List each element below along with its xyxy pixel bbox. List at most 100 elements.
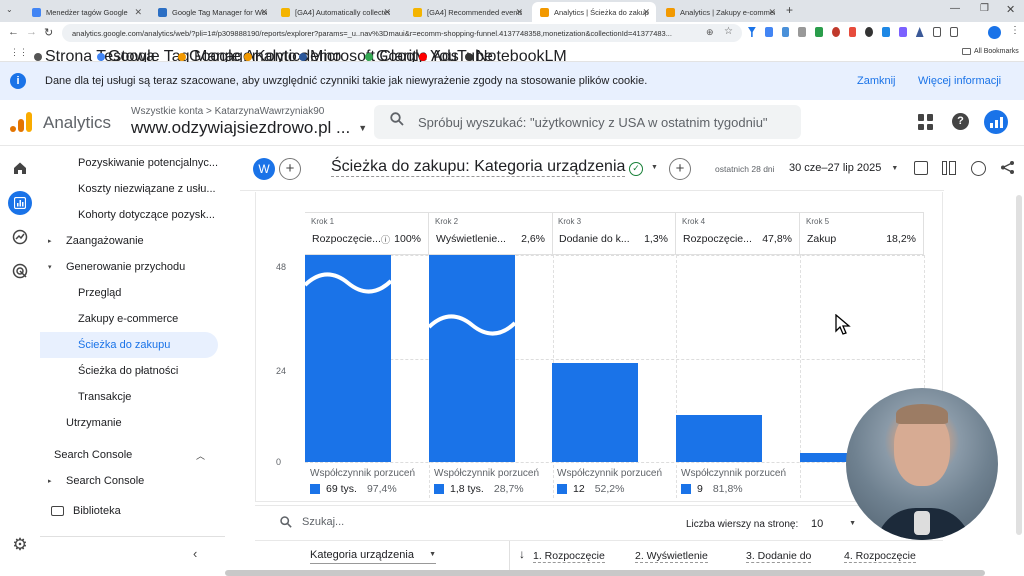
search-input[interactable]: Spróbuj wyszukać: "użytkownicy z USA w o…	[374, 105, 801, 139]
extension-icon[interactable]	[848, 27, 857, 37]
apps-grid-icon[interactable]	[918, 114, 934, 130]
tab-close-icon[interactable]: ✕	[260, 7, 268, 18]
explore-icon[interactable]	[10, 227, 30, 247]
browser-tab[interactable]: Analytics | Ścieżka do zakupu: K✕	[532, 2, 656, 22]
nav-item[interactable]: ▸ Zaangażowanie	[40, 228, 218, 254]
nav-item[interactable]: Zakupy e-commerce	[40, 306, 218, 332]
tab-close-icon[interactable]: ✕	[383, 7, 391, 18]
add-step-button[interactable]: +	[669, 158, 691, 180]
customize-report-icon[interactable]	[914, 161, 928, 175]
search-console-section[interactable]: Search Console ︿	[40, 442, 218, 468]
reports-icon[interactable]	[8, 191, 32, 215]
browser-tab[interactable]: Google Tag Manager for Word ✕	[150, 2, 274, 22]
help-icon[interactable]: ?	[952, 113, 969, 130]
dimension-select[interactable]: Kategoria urządzenia ▼	[310, 549, 436, 564]
apps-grid-icon[interactable]: ⋮⋮	[10, 47, 28, 58]
banner-more-info-link[interactable]: Więcej informacji	[918, 75, 1001, 87]
reload-icon[interactable]: ↻	[44, 26, 53, 39]
dropoff-row[interactable]: 9 81,8%	[681, 483, 743, 495]
window-restore-icon[interactable]: ❐	[980, 3, 989, 14]
table-column-header[interactable]: 4. Rozpoczęcie	[844, 550, 916, 563]
comparison-avatar[interactable]: W	[253, 158, 275, 180]
extension-icon[interactable]	[882, 27, 891, 37]
new-tab-button[interactable]: +	[786, 3, 793, 17]
horizontal-scrollbar[interactable]	[225, 570, 985, 576]
home-icon[interactable]	[10, 158, 30, 178]
browser-tab[interactable]: Analytics | Zakupy e-commerce ✕	[658, 2, 782, 22]
table-column-header[interactable]: 1. Rozpoczęcie	[533, 550, 605, 563]
extension-icon[interactable]	[798, 27, 807, 37]
nav-item[interactable]: ▾ Generowanie przychodu	[40, 254, 218, 280]
table-column-header[interactable]: 2. Wyświetlenie	[635, 550, 708, 563]
funnel-bar[interactable]	[429, 255, 515, 462]
funnel-step-header[interactable]: Krok 2 Wyświetlenie... 2,6%	[429, 212, 553, 255]
nav-library[interactable]: Biblioteka	[40, 498, 218, 524]
extension-icon[interactable]	[764, 27, 773, 37]
extensions-puzzle-icon[interactable]	[932, 27, 941, 37]
nav-item[interactable]: Ścieżka do zakupu	[40, 332, 218, 358]
report-title[interactable]: Ścieżka do zakupu: Kategoria urządzenia	[331, 158, 626, 177]
zoom-icon[interactable]: ⊕	[706, 27, 714, 38]
url-bar[interactable]: analytics.google.com/analytics/web/?pli=…	[62, 24, 742, 42]
nav-item[interactable]: Utrzymanie	[40, 410, 218, 436]
dropoff-row[interactable]: 1,8 tys. 28,7%	[434, 483, 524, 495]
window-minimize-icon[interactable]: —	[950, 3, 960, 14]
tab-search-icon[interactable]: ⌄	[6, 5, 18, 17]
extension-icon[interactable]	[899, 27, 907, 37]
info-icon[interactable]: ⓘ	[381, 233, 390, 246]
nav-item[interactable]: Kohorty dotyczące pozysk...	[40, 202, 218, 228]
more-options-icon[interactable]: ⋮	[1010, 25, 1020, 36]
status-check-icon[interactable]: ✓	[629, 162, 643, 176]
settings-gear-icon[interactable]: ⚙	[10, 535, 30, 555]
dropoff-row[interactable]: 12 52,2%	[557, 483, 624, 495]
property-selector[interactable]: www.odzywiajsiezdrowo.pl ... ▼	[131, 118, 367, 138]
funnel-bar[interactable]	[552, 362, 638, 462]
back-icon[interactable]: ←	[8, 26, 19, 38]
nav-item[interactable]: Ścieżka do płatności	[40, 358, 218, 384]
funnel-step-header[interactable]: Krok 5 Zakup 18,2%	[800, 212, 924, 255]
nav-search-console[interactable]: ▸ Search Console	[40, 468, 218, 494]
window-close-icon[interactable]: ✕	[1006, 3, 1015, 16]
funnel-step-header[interactable]: Krok 4 Rozpoczęcie... 47,8%	[676, 212, 800, 255]
all-bookmarks[interactable]: All Bookmarks	[962, 48, 1019, 55]
share-icon[interactable]	[1000, 160, 1015, 180]
compare-icon[interactable]	[942, 161, 958, 175]
nav-item[interactable]: Przegląd	[40, 280, 218, 306]
extension-icon[interactable]	[831, 27, 840, 37]
tab-close-icon[interactable]: ✕	[134, 7, 142, 18]
split-view-icon[interactable]	[949, 27, 959, 37]
account-breadcrumb[interactable]: Wszystkie konta > KatarzynaWawrzyniak90	[131, 106, 324, 117]
funnel-bar[interactable]	[305, 255, 391, 462]
extension-icon[interactable]	[815, 27, 823, 37]
profile-avatar[interactable]	[988, 26, 1001, 39]
tab-close-icon[interactable]: ✕	[515, 7, 523, 18]
browser-tab[interactable]: [GA4] Recommended events - ...✕	[405, 2, 529, 22]
browser-tab[interactable]: Menedżer tagów Google ✕	[24, 2, 148, 22]
funnel-step-header[interactable]: Krok 1 Rozpoczęcie... ⓘ 100%	[305, 212, 429, 255]
extension-icon[interactable]	[915, 27, 924, 37]
tab-close-icon[interactable]: ✕	[642, 7, 650, 18]
content-scrollbar[interactable]	[1016, 195, 1022, 535]
table-search[interactable]: Szukaj...	[280, 516, 344, 528]
funnel-step-header[interactable]: Krok 3 Dodanie do k... 1,3%	[552, 212, 676, 255]
filter-extension-icon[interactable]	[748, 27, 756, 37]
chevron-down-icon[interactable]: ▼	[651, 164, 658, 171]
nav-item[interactable]: Koszty niezwiązane z usłu...	[40, 176, 218, 202]
advertising-icon[interactable]	[10, 261, 30, 281]
banner-close-button[interactable]: Zamknij	[857, 75, 896, 87]
nav-item[interactable]: Transakcje	[40, 384, 218, 410]
sort-down-icon[interactable]: ↓	[519, 547, 525, 561]
tab-close-icon[interactable]: ✕	[768, 7, 776, 18]
table-column-header[interactable]: 3. Dodanie do	[746, 550, 812, 563]
account-avatar[interactable]	[984, 110, 1008, 134]
collapse-nav-icon[interactable]: ‹	[193, 546, 197, 561]
extension-icon[interactable]	[781, 27, 790, 37]
funnel-bar[interactable]	[676, 414, 762, 462]
insights-icon[interactable]	[971, 161, 986, 176]
browser-tab[interactable]: [GA4] Automatically collected ... ✕	[273, 2, 397, 22]
nav-item[interactable]: Pozyskiwanie potencjalnyc...	[40, 150, 218, 176]
analytics-logo-icon[interactable]	[10, 112, 32, 134]
dropoff-row[interactable]: 69 tys. 97,4%	[310, 483, 397, 495]
extension-icon[interactable]	[865, 27, 874, 37]
rows-per-page-select[interactable]: 10 ▼	[811, 518, 856, 530]
